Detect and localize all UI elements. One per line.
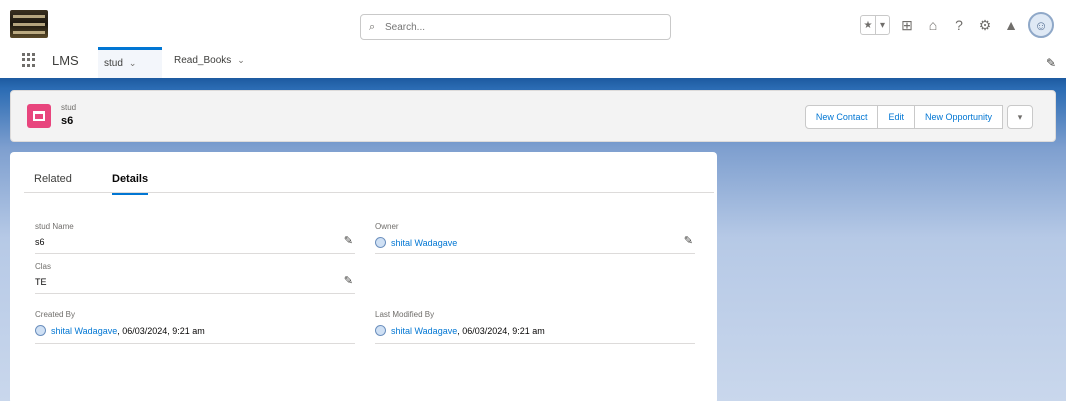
field-label: Clas (35, 262, 52, 271)
details-card: Related Details stud Name s6 ✎ Owner shi… (10, 152, 717, 401)
nav-tab-read-books[interactable]: Read_Books ⌄ (168, 47, 251, 78)
clas-value: TE (35, 277, 47, 287)
nav-tab-label: stud (104, 58, 123, 69)
field-value: TE (35, 277, 47, 287)
stud-name-value: s6 (35, 237, 45, 247)
last-modified-by-link[interactable]: shital Wadagave (391, 326, 457, 336)
field-value: shital Wadagave (375, 237, 457, 248)
record-actions: New Contact Edit New Opportunity ▾ (804, 105, 1033, 129)
edit-button[interactable]: Edit (877, 105, 915, 129)
favorites-list-icon[interactable]: ▾ (875, 16, 889, 34)
field-created-by: Created By shital Wadagave, 06/03/2024, … (35, 310, 355, 344)
user-avatar-icon[interactable]: ☺ (1028, 12, 1054, 38)
owner-link[interactable]: shital Wadagave (391, 238, 457, 248)
chevron-down-icon[interactable]: ⌄ (237, 55, 245, 78)
field-value: shital Wadagave, 06/03/2024, 9:21 am (35, 325, 205, 336)
tab-details[interactable]: Details (112, 173, 149, 195)
help-icon[interactable]: ? (950, 16, 968, 34)
created-by-link[interactable]: shital Wadagave (51, 326, 117, 336)
field-stud-name: stud Name s6 ✎ (35, 222, 355, 254)
edit-pencil-icon[interactable]: ✎ (344, 234, 353, 247)
field-last-modified-by: Last Modified By shital Wadagave, 06/03/… (375, 310, 695, 344)
field-label: Owner (375, 222, 399, 231)
user-icon (35, 325, 46, 336)
more-actions-dropdown[interactable]: ▾ (1007, 105, 1033, 129)
trailhead-icon[interactable]: ⌂ (924, 16, 942, 34)
app-navigation: LMS stud ⌄ Read_Books ⌄ ✎ (0, 44, 1066, 78)
field-label: stud Name (35, 222, 74, 231)
global-actions-icon[interactable]: ⊞ (898, 16, 916, 34)
nav-tab-stud[interactable]: stud ⌄ (98, 47, 162, 78)
edit-nav-icon[interactable]: ✎ (1046, 56, 1056, 70)
created-date: , 06/03/2024, 9:21 am (117, 325, 205, 336)
user-icon (375, 325, 386, 336)
header-utility-icons: ★ ▾ ⊞ ⌂ ? ⚙ ▲ ☺ (860, 10, 1054, 40)
record-title: s6 (61, 115, 74, 127)
new-opportunity-button[interactable]: New Opportunity (913, 105, 1003, 129)
field-owner: Owner shital Wadagave ✎ (375, 222, 695, 254)
tab-related[interactable]: Related (34, 173, 72, 193)
global-search[interactable]: ⌕ (360, 14, 671, 40)
record-tabs: Related Details (24, 164, 714, 195)
app-name: LMS (52, 53, 79, 68)
object-label: stud (61, 103, 77, 112)
search-input[interactable] (385, 21, 635, 33)
record-header: stud s6 New Contact Edit New Opportunity… (10, 90, 1056, 142)
field-value: shital Wadagave, 06/03/2024, 9:21 am (375, 325, 545, 336)
field-label: Last Modified By (375, 310, 435, 319)
record-object-icon (27, 104, 51, 128)
notifications-bell-icon[interactable]: ▲ (1002, 16, 1020, 34)
org-logo[interactable] (10, 10, 48, 38)
field-value: s6 (35, 237, 45, 247)
new-contact-button[interactable]: New Contact (804, 105, 879, 129)
global-header: ⌕ ★ ▾ ⊞ ⌂ ? ⚙ ▲ ☺ (0, 0, 1066, 44)
app-launcher-icon[interactable] (22, 53, 36, 67)
change-owner-icon[interactable]: ✎ (684, 234, 693, 247)
nav-tab-label: Read_Books (174, 55, 232, 66)
field-clas: Clas TE ✎ (35, 262, 355, 294)
setup-gear-icon[interactable]: ⚙ (976, 16, 994, 34)
edit-pencil-icon[interactable]: ✎ (344, 274, 353, 287)
user-icon (375, 237, 386, 248)
favorites-star-icon[interactable]: ★ (861, 16, 875, 34)
search-icon: ⌕ (369, 21, 376, 33)
favorites-group[interactable]: ★ ▾ (860, 15, 890, 35)
chevron-down-icon[interactable]: ⌄ (129, 58, 137, 78)
field-label: Created By (35, 310, 76, 319)
last-modified-date: , 06/03/2024, 9:21 am (457, 325, 545, 336)
